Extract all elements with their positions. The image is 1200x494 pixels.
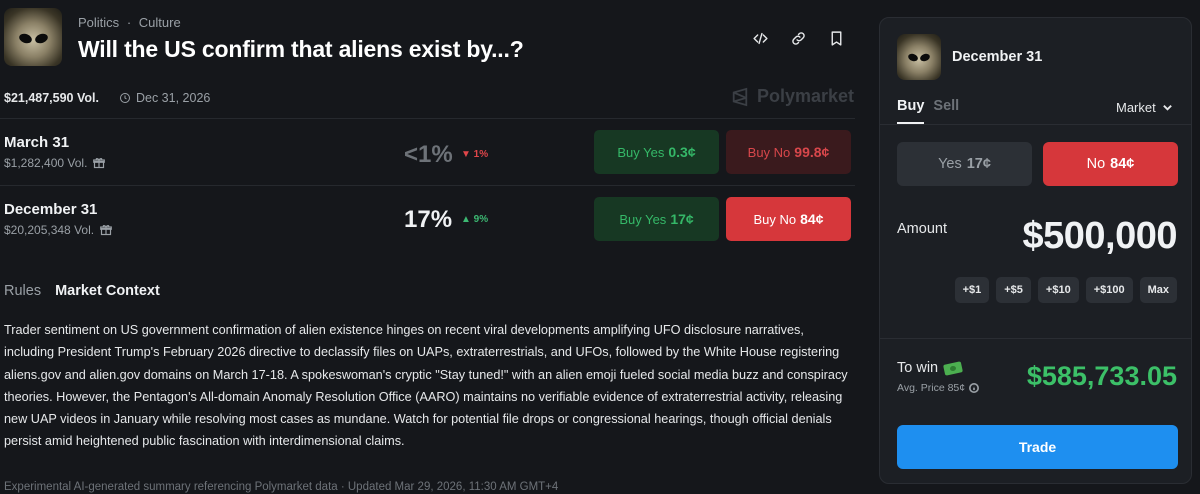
buy-no-price: 99.8¢ bbox=[794, 144, 830, 160]
buy-yes-label: Buy Yes bbox=[617, 144, 665, 160]
quick-add-10-button[interactable]: +$10 bbox=[1037, 277, 1079, 303]
quick-add-1-button[interactable]: +$1 bbox=[954, 277, 990, 303]
end-date-text: Dec 31, 2026 bbox=[135, 91, 211, 105]
outcome-yes-label: Yes bbox=[938, 156, 962, 172]
market-name: December 31 bbox=[4, 201, 98, 218]
market-row[interactable]: March 31 $1,282,400 Vol. <1% ▼ 1% Buy Ye… bbox=[0, 118, 855, 184]
panel-avatar bbox=[897, 34, 941, 80]
gift-icon bbox=[93, 157, 106, 169]
buy-yes-label: Buy Yes bbox=[619, 211, 667, 227]
probability-change: ▲ 9% bbox=[461, 214, 489, 225]
quick-add-5-button[interactable]: +$5 bbox=[996, 277, 1031, 303]
market-volume-text: $1,282,400 Vol. bbox=[4, 156, 88, 170]
embed-icon[interactable] bbox=[750, 28, 770, 48]
market-volume: $20,205,348 Vol. bbox=[4, 223, 112, 237]
market-title: Will the US confirm that aliens exist by… bbox=[78, 36, 524, 62]
tab-market-context[interactable]: Market Context bbox=[55, 283, 160, 299]
outcome-yes-button[interactable]: Yes 17¢ bbox=[897, 142, 1032, 186]
header-actions bbox=[750, 28, 846, 48]
trade-panel: December 31 Buy Sell Market Yes 17¢ No 8… bbox=[879, 17, 1192, 484]
buy-no-button[interactable]: Buy No 84¢ bbox=[726, 197, 851, 241]
market-context-summary: Trader sentiment on US government confir… bbox=[4, 323, 848, 449]
buy-no-price: 84¢ bbox=[800, 211, 824, 227]
to-win-text: To win bbox=[897, 360, 939, 376]
market-volume: $1,282,400 Vol. bbox=[4, 156, 106, 170]
context-tabs: Rules Market Context bbox=[4, 283, 160, 299]
market-probability: 17% bbox=[404, 206, 453, 233]
divider bbox=[880, 338, 1191, 339]
panel-title: December 31 bbox=[952, 49, 1043, 65]
to-win-label: To win bbox=[897, 360, 964, 376]
buy-sell-tabs: Buy Sell bbox=[897, 98, 959, 124]
market-row[interactable]: December 31 $20,205,348 Vol. 17% ▲ 9% Bu… bbox=[0, 185, 855, 251]
outcome-no-label: No bbox=[1086, 156, 1106, 172]
breadcrumb: Politics · Culture bbox=[78, 15, 181, 30]
chevron-down-icon bbox=[1162, 105, 1172, 111]
divider bbox=[880, 124, 1191, 125]
market-probability: <1% bbox=[404, 141, 453, 168]
breadcrumb-separator: · bbox=[126, 15, 132, 30]
buy-no-label: Buy No bbox=[753, 211, 797, 227]
buy-yes-button[interactable]: Buy Yes 0.3¢ bbox=[594, 130, 719, 174]
buy-yes-price: 0.3¢ bbox=[668, 144, 696, 160]
gift-icon bbox=[100, 224, 112, 236]
amount-label: Amount bbox=[897, 221, 947, 237]
buy-yes-price: 17¢ bbox=[670, 211, 694, 227]
probability-change: ▼ 1% bbox=[461, 149, 489, 160]
breadcrumb-politics[interactable]: Politics bbox=[78, 15, 119, 30]
total-volume: $21,487,590 Vol. bbox=[4, 91, 99, 105]
breadcrumb-culture[interactable]: Culture bbox=[139, 15, 181, 30]
outcome-no-button[interactable]: No 84¢ bbox=[1043, 142, 1178, 186]
link-icon[interactable] bbox=[788, 28, 808, 48]
outcome-yes-price: 17¢ bbox=[966, 156, 991, 172]
market-avatar bbox=[4, 8, 62, 66]
buy-yes-button[interactable]: Buy Yes 17¢ bbox=[594, 197, 719, 241]
summary-footnote: Experimental AI-generated summary refere… bbox=[4, 481, 559, 493]
bookmark-icon[interactable] bbox=[826, 28, 846, 48]
brand-name: Polymarket bbox=[757, 86, 855, 106]
info-icon[interactable] bbox=[969, 383, 980, 393]
tab-sell[interactable]: Sell bbox=[933, 98, 959, 124]
clock-icon bbox=[119, 93, 130, 103]
amount-input[interactable]: $500,000 bbox=[1023, 215, 1178, 258]
end-date: Dec 31, 2026 bbox=[119, 91, 210, 105]
buy-no-label: Buy No bbox=[747, 144, 791, 160]
buy-no-button[interactable]: Buy No 99.8¢ bbox=[726, 130, 851, 174]
order-type-label: Market bbox=[1116, 100, 1156, 115]
to-win-value: $585,733.05 bbox=[1026, 361, 1177, 391]
market-name: March 31 bbox=[4, 134, 70, 151]
polymarket-watermark: Polymarket bbox=[731, 86, 854, 107]
average-price-text: Avg. Price 85¢ bbox=[897, 382, 966, 394]
market-volume-text: $20,205,348 Vol. bbox=[4, 223, 95, 237]
trade-button[interactable]: Trade bbox=[897, 425, 1178, 469]
outcome-no-price: 84¢ bbox=[1110, 156, 1135, 172]
tab-buy[interactable]: Buy bbox=[897, 98, 925, 124]
quick-amounts: +$1 +$5 +$10 +$100 Max bbox=[954, 277, 1177, 303]
max-amount-button[interactable]: Max bbox=[1139, 277, 1177, 303]
money-icon bbox=[943, 360, 964, 376]
order-type-dropdown[interactable]: Market bbox=[1116, 100, 1173, 115]
polymarket-logo-icon bbox=[732, 87, 748, 106]
quick-add-100-button[interactable]: +$100 bbox=[1085, 277, 1133, 303]
market-meta: $21,487,590 Vol. Dec 31, 2026 bbox=[4, 91, 210, 105]
tab-rules[interactable]: Rules bbox=[4, 283, 41, 299]
average-price: Avg. Price 85¢ bbox=[897, 382, 980, 394]
